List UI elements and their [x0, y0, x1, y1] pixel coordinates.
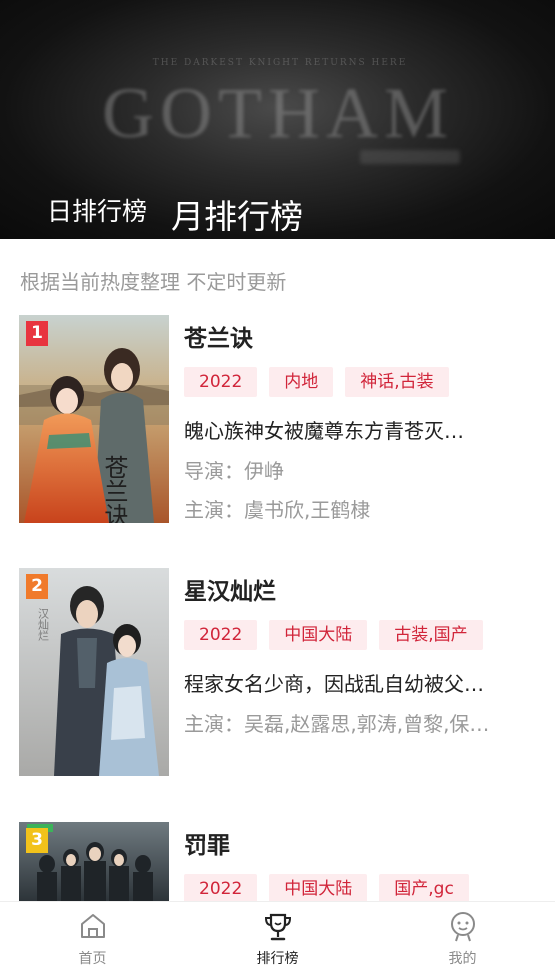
- trophy-icon: [264, 913, 291, 941]
- list-item[interactable]: 苍兰诀 1 苍兰诀 2022 内地 神话,古装 魄心族神女被魔尊东方青苍灭… 导…: [0, 315, 555, 525]
- item-title[interactable]: 星汉灿烂: [184, 572, 276, 606]
- poster-image[interactable]: 汉灿烂 2: [19, 568, 169, 776]
- tab-daily-ranking[interactable]: 日排行榜: [47, 192, 147, 228]
- nav-profile[interactable]: 我的: [370, 902, 555, 970]
- item-title[interactable]: 苍兰诀: [184, 319, 253, 353]
- item-cast: 主演：虞书欣,王鹤棣: [184, 498, 371, 522]
- rank-badge: 3: [26, 828, 48, 853]
- poster-image[interactable]: 3: [19, 822, 169, 902]
- tag-year: 2022: [184, 620, 258, 650]
- svg-text:汉灿烂: 汉灿烂: [37, 608, 50, 641]
- nav-ranking[interactable]: 排行榜: [185, 902, 370, 970]
- tag-region: 中国大陆: [269, 874, 368, 902]
- ranking-subtitle: 根据当前热度整理 不定时更新: [20, 270, 287, 294]
- banner-background-word: GOTHAM: [102, 73, 454, 153]
- bottom-nav: 首页 排行榜 我的: [0, 901, 555, 970]
- svg-text:苍兰诀: 苍兰诀: [100, 455, 128, 523]
- tag-region: 内地: [269, 367, 334, 397]
- rank-badge: 1: [26, 321, 48, 346]
- tag-genre: 古装,国产: [379, 620, 483, 650]
- profile-icon: [450, 912, 475, 942]
- tag-list: 2022 内地 神话,古装: [184, 367, 449, 397]
- poster-art-1: 苍兰诀: [19, 315, 169, 523]
- rank-badge: 2: [26, 574, 48, 599]
- tag-genre: 神话,古装: [345, 367, 449, 397]
- tag-genre: 国产,gc: [379, 874, 469, 902]
- home-icon: [80, 914, 105, 938]
- tag-year: 2022: [184, 367, 258, 397]
- list-item[interactable]: 3 罚罪 2022 中国大陆 国产,gc: [0, 822, 555, 902]
- nav-home-label: 首页: [78, 951, 107, 967]
- item-director: 导演：伊峥: [184, 459, 284, 483]
- nav-home[interactable]: 首页: [0, 902, 185, 970]
- item-description: 程家女名少商，因战乱自幼被父…: [184, 672, 484, 696]
- item-cast: 主演：吴磊,赵露思,郭涛,曾黎,保…: [184, 712, 490, 736]
- tag-list: 2022 中国大陆 国产,gc: [184, 874, 469, 902]
- banner-small-text: THE DARKEST KNIGHT RETURNS HERE: [152, 58, 408, 68]
- banner-blur-decor: [360, 150, 460, 164]
- poster-art-2: 汉灿烂: [19, 568, 169, 776]
- tag-year: 2022: [184, 874, 258, 902]
- header-banner: THE DARKEST KNIGHT RETURNS HERE GOTHAM 日…: [0, 0, 555, 239]
- item-title[interactable]: 罚罪: [184, 826, 230, 860]
- poster-image[interactable]: 苍兰诀 1: [19, 315, 169, 523]
- nav-profile-label: 我的: [448, 951, 477, 967]
- tab-monthly-ranking[interactable]: 月排行榜: [171, 190, 303, 238]
- tag-list: 2022 中国大陆 古装,国产: [184, 620, 483, 650]
- list-item[interactable]: 汉灿烂 2 星汉灿烂 2022 中国大陆 古装,国产 程家女名少商，因战乱自幼被…: [0, 568, 555, 778]
- tag-region: 中国大陆: [269, 620, 368, 650]
- nav-ranking-label: 排行榜: [256, 951, 299, 967]
- item-description: 魄心族神女被魔尊东方青苍灭…: [184, 419, 464, 443]
